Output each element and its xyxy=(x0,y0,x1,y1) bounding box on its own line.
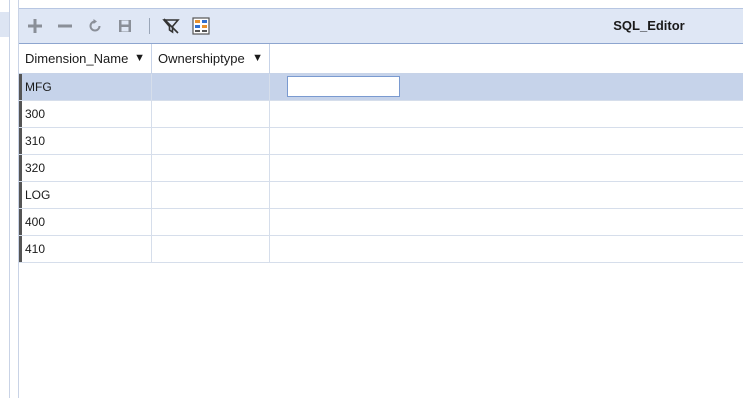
filter-icon[interactable]: ▼ xyxy=(252,44,263,73)
refresh-button[interactable] xyxy=(85,16,105,36)
column-header-ownershiptype[interactable]: Ownershiptype ▼ xyxy=(152,44,270,73)
cell-dimension-name[interactable]: 310 xyxy=(19,128,152,154)
clear-filter-button[interactable] xyxy=(161,16,181,36)
add-row-button[interactable] xyxy=(25,16,45,36)
table-row[interactable]: LOG xyxy=(19,182,743,209)
cell-dimension-name[interactable]: LOG xyxy=(19,182,152,208)
cell-ownershiptype[interactable] xyxy=(152,101,270,127)
toolbar-separator xyxy=(149,18,150,34)
minus-icon xyxy=(58,24,72,28)
grid-export-icon xyxy=(192,17,210,35)
cell-dimension-name[interactable]: 300 xyxy=(19,101,152,127)
data-grid: Dimension_Name ▼ Ownershiptype ▼ MFG 300… xyxy=(19,44,743,263)
cell-dimension-name[interactable]: 320 xyxy=(19,155,152,181)
table-row[interactable]: 300 xyxy=(19,101,743,128)
left-panel xyxy=(0,0,10,398)
cell-ownershiptype[interactable] xyxy=(152,128,270,154)
plus-icon xyxy=(28,19,42,33)
ownershiptype-edit-field[interactable] xyxy=(287,76,400,97)
cell-dimension-name[interactable]: 410 xyxy=(19,236,152,262)
cell-ownershiptype[interactable] xyxy=(152,155,270,181)
sql-editor-panel: SQL_Editor Dimension_Name ▼ Ownershiptyp… xyxy=(19,0,743,398)
refresh-icon xyxy=(89,19,101,32)
panel-splitter[interactable] xyxy=(10,0,19,398)
left-panel-header xyxy=(0,12,9,37)
column-header-dimension-name[interactable]: Dimension_Name ▼ xyxy=(19,44,152,73)
column-header-label: Ownershiptype xyxy=(158,51,245,66)
filter-off-icon xyxy=(162,18,180,34)
cell-dimension-name[interactable]: MFG xyxy=(19,74,152,100)
toolbar: SQL_Editor xyxy=(19,8,743,44)
table-row[interactable]: 410 xyxy=(19,236,743,263)
cell-ownershiptype[interactable] xyxy=(152,236,270,262)
panel-title: SQL_Editor xyxy=(613,18,685,33)
export-button[interactable] xyxy=(191,16,211,36)
column-header-label: Dimension_Name xyxy=(25,51,129,66)
table-row[interactable]: 310 xyxy=(19,128,743,155)
cell-dimension-name[interactable]: 400 xyxy=(19,209,152,235)
cell-ownershiptype[interactable] xyxy=(152,182,270,208)
save-icon xyxy=(119,20,131,32)
save-button[interactable] xyxy=(115,16,135,36)
table-row[interactable]: 400 xyxy=(19,209,743,236)
filter-icon[interactable]: ▼ xyxy=(134,44,145,73)
cell-ownershiptype[interactable] xyxy=(152,209,270,235)
grid-header: Dimension_Name ▼ Ownershiptype ▼ xyxy=(19,44,743,74)
table-row[interactable]: 320 xyxy=(19,155,743,182)
table-row[interactable]: MFG xyxy=(19,74,743,101)
remove-row-button[interactable] xyxy=(55,16,75,36)
cell-ownershiptype[interactable] xyxy=(152,74,400,100)
